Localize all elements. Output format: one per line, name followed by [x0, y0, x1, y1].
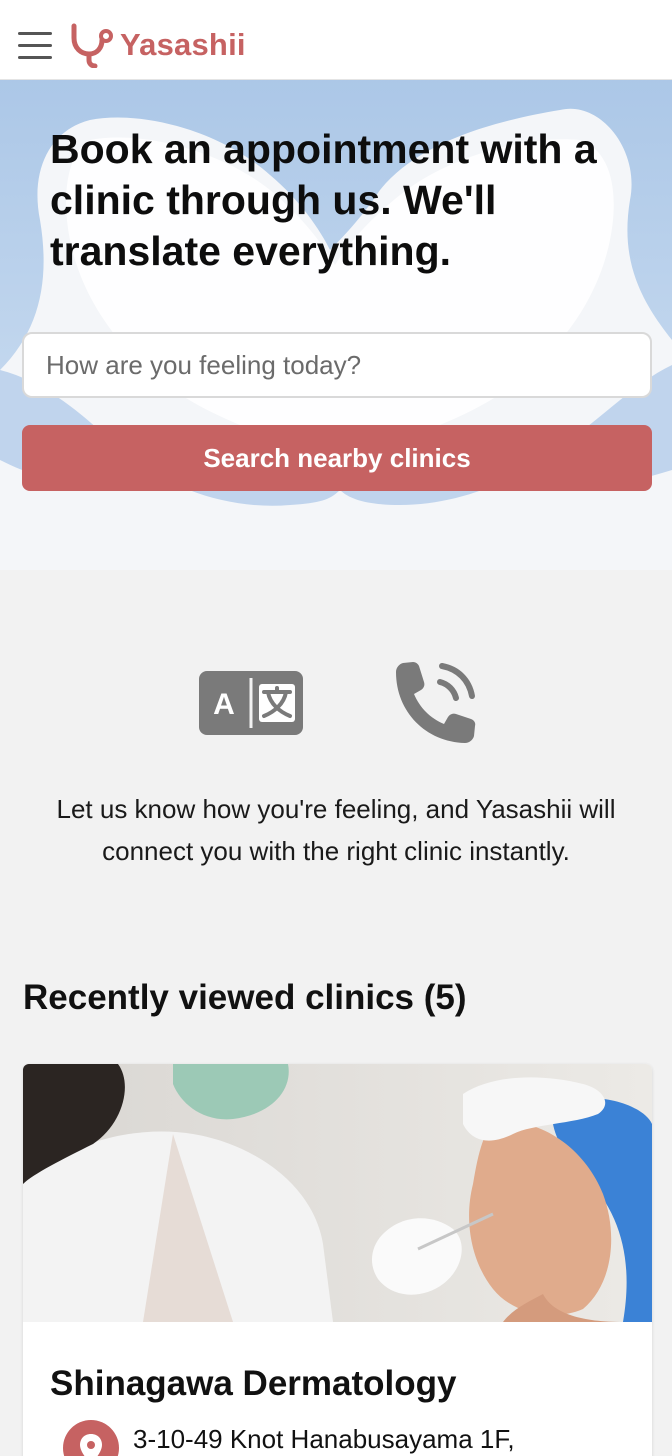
logo-text: Yasashii [120, 27, 246, 62]
hamburger-icon[interactable] [18, 30, 54, 62]
search-nearby-clinics-button[interactable]: Search nearby clinics [22, 425, 652, 491]
stethoscope-icon [71, 23, 113, 68]
clinic-photo [23, 1064, 652, 1322]
location-pin-icon [63, 1420, 119, 1456]
top-bar: Yasashii [0, 0, 672, 80]
logo[interactable]: Yasashii [68, 22, 246, 68]
hero-section: Book an appointment with a clinic throug… [0, 80, 672, 570]
clinic-name[interactable]: Shinagawa Dermatology [50, 1364, 640, 1404]
symptom-search-input[interactable] [22, 332, 652, 398]
clinic-address: 3-10-49 Knot Hanabusayama 1F, [133, 1424, 515, 1454]
features-section: A Let us know how you're feeling, and Ya… [0, 570, 672, 970]
phone-call-icon [396, 662, 476, 743]
hero-title: Book an appointment with a clinic throug… [50, 126, 597, 274]
translate-icon: A [199, 671, 303, 735]
feature-description: Let us know how you're feeling, and Yasa… [56, 794, 616, 866]
svg-text:A: A [213, 688, 235, 721]
clinic-card[interactable]: Shinagawa Dermatology 3-10-49 Knot Hanab… [23, 1064, 652, 1456]
recently-viewed-heading: Recently viewed clinics (5) [23, 978, 467, 1017]
